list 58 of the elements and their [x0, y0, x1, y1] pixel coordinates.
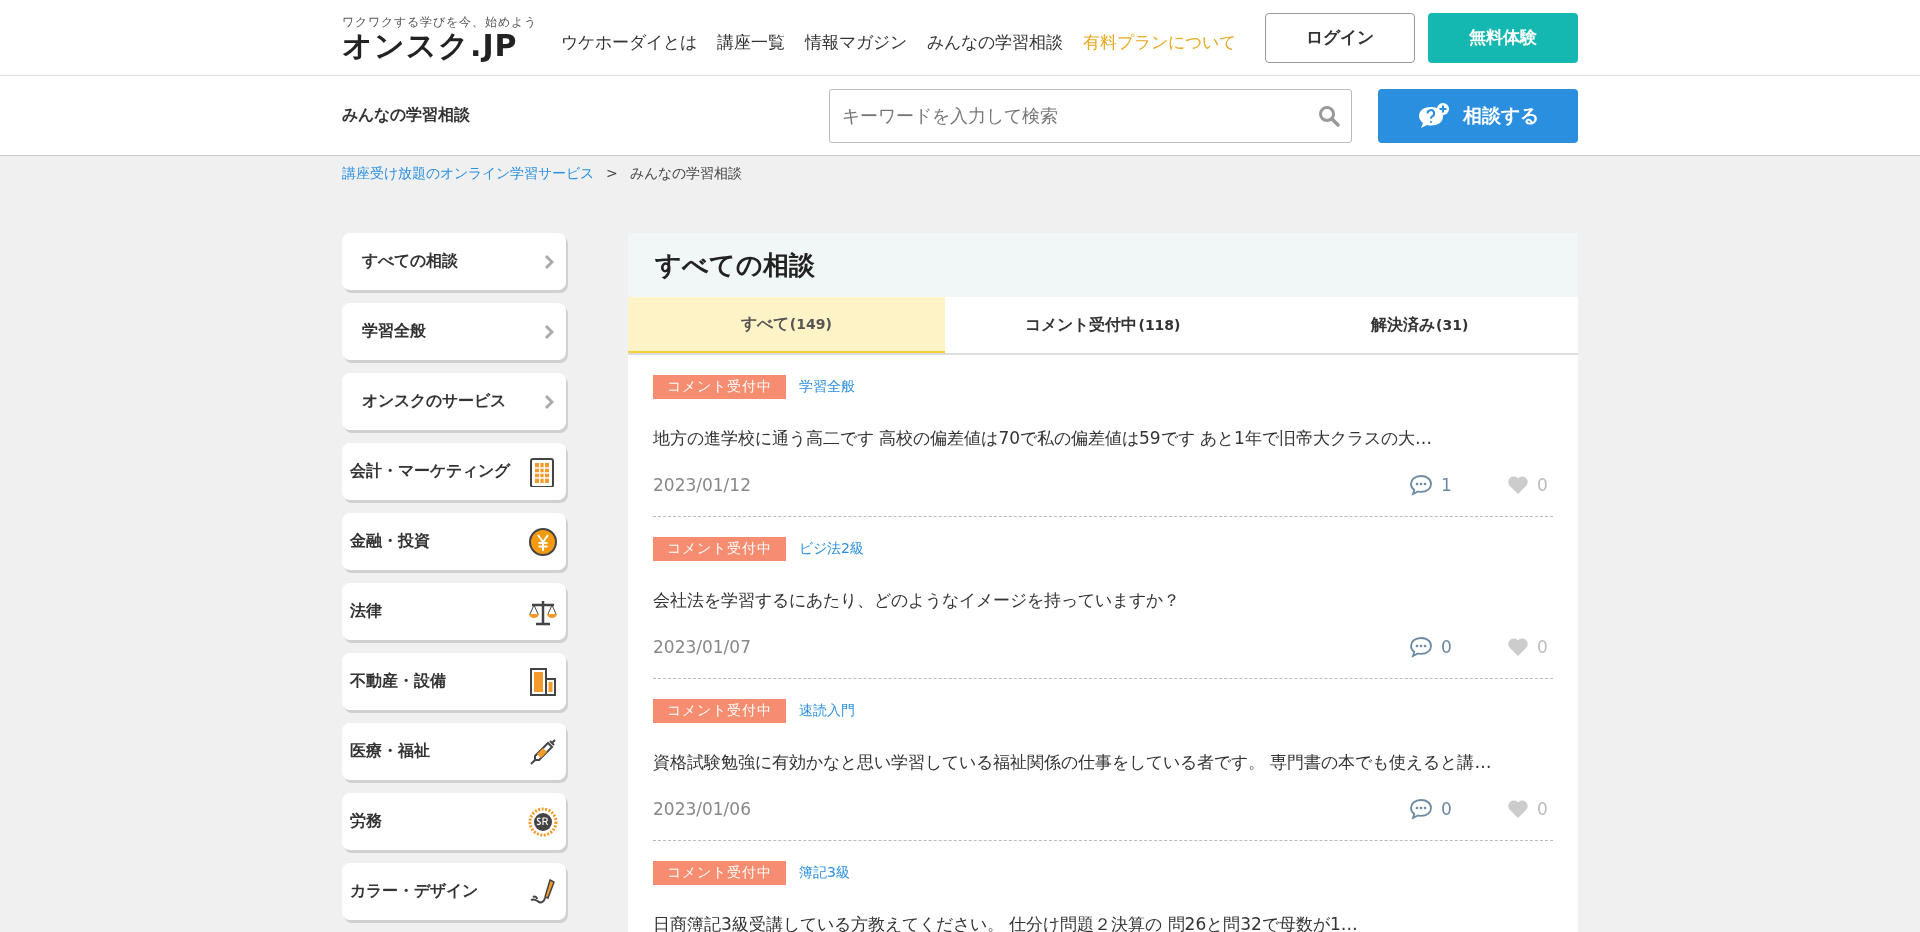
- status-tag: コメント受付中: [653, 699, 786, 723]
- category-link[interactable]: 学習全般: [799, 378, 855, 396]
- sidebar-item[interactable]: カラー・デザイン: [342, 863, 566, 920]
- breadcrumb-separator: >: [606, 165, 618, 183]
- sidebar-item[interactable]: 医療・福祉: [342, 723, 566, 780]
- yen-coin-icon: [528, 526, 558, 557]
- comment-count: 0: [1441, 799, 1452, 819]
- question-text[interactable]: 会社法を学習するにあたり、どのようなイメージを持っていますか？: [653, 589, 1553, 612]
- search-field[interactable]: キーワードを入力して検索: [829, 88, 1352, 143]
- comment-icon: [1409, 636, 1433, 658]
- filter-tab[interactable]: すべて(149): [628, 297, 945, 353]
- comment-icon: [1409, 474, 1433, 496]
- status-tag: コメント受付中: [653, 375, 786, 399]
- like-count: 0: [1537, 799, 1548, 819]
- question-text[interactable]: 資格試験勉強に有効かなと思い学習している福祉関係の仕事をしている者です。 専門書の本でも使えると講…: [653, 751, 1553, 774]
- search-icon[interactable]: [1318, 104, 1340, 127]
- nav-link[interactable]: 情報マガジン: [805, 31, 907, 54]
- section-title: みんなの学習相談: [342, 105, 471, 126]
- comment-count: 1: [1441, 475, 1452, 495]
- login-button[interactable]: ログイン: [1265, 12, 1415, 63]
- post-date: 2023/01/07: [653, 637, 752, 657]
- category-link[interactable]: ビジ法2級: [799, 540, 864, 558]
- syringe-icon: [528, 736, 558, 767]
- nav-link[interactable]: 講座一覧: [717, 31, 785, 54]
- tagline: ワクワクする学びを今、始めよう: [342, 14, 537, 31]
- sidebar-item[interactable]: 会計・マーケティング: [342, 443, 566, 500]
- sidebar-item[interactable]: 労務: [342, 793, 566, 850]
- sidebar-item[interactable]: 不動産・設備: [342, 653, 566, 710]
- chevron-icon: [544, 393, 554, 410]
- building-icon: [528, 666, 558, 697]
- heart-icon[interactable]: [1507, 637, 1529, 657]
- comment-icon: [1409, 798, 1433, 820]
- comment-count: 0: [1441, 637, 1452, 657]
- heart-icon[interactable]: [1507, 799, 1529, 819]
- chevron-icon: [544, 323, 554, 340]
- chevron-icon: [544, 253, 554, 270]
- nav-link[interactable]: みんなの学習相談: [927, 31, 1063, 54]
- sidebar-item[interactable]: すべての相談: [342, 233, 566, 290]
- post-date: 2023/01/06: [653, 799, 752, 819]
- sr-seal-icon: [528, 806, 558, 837]
- category-link[interactable]: 簿記3級: [799, 864, 850, 882]
- sidebar-item[interactable]: オンスクのサービス: [342, 373, 566, 430]
- like-count: 0: [1537, 475, 1548, 495]
- like-count: 0: [1537, 637, 1548, 657]
- panel-heading: すべての相談: [628, 233, 1578, 297]
- speech-bubble-plus-icon: [1417, 101, 1451, 130]
- sidebar-item[interactable]: 学習全般: [342, 303, 566, 360]
- nav-link[interactable]: ウケホーダイとは: [561, 31, 697, 54]
- site-logo[interactable]: オンスク.JP: [342, 31, 537, 61]
- sidebar-item[interactable]: 法律: [342, 583, 566, 640]
- status-tag: コメント受付中: [653, 537, 786, 561]
- sidebar-item[interactable]: 金融・投資: [342, 513, 566, 570]
- heart-icon[interactable]: [1507, 475, 1529, 495]
- question-text[interactable]: 地方の進学校に通う高二です 高校の偏差値は70で私の偏差値は59です あと1年で旧帝大クラスの大…: [653, 427, 1553, 450]
- status-tag: コメント受付中: [653, 861, 786, 885]
- post-date: 2023/01/12: [653, 475, 752, 495]
- category-link[interactable]: 速読入門: [799, 702, 855, 720]
- breadcrumb-current: みんなの学習相談: [629, 165, 742, 183]
